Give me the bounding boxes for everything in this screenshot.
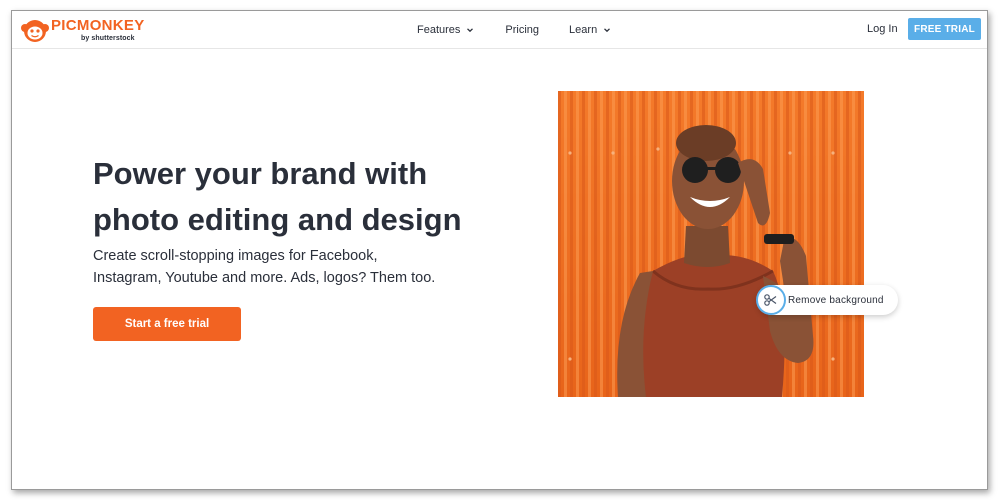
login-link[interactable]: Log In bbox=[867, 23, 898, 35]
nav-item-label: Pricing bbox=[505, 24, 540, 36]
nav-item-features[interactable]: Features bbox=[417, 24, 475, 36]
hero-headline-line2: photo editing and design bbox=[93, 202, 462, 237]
brand-logo[interactable]: PICMONKEY by shutterstock bbox=[21, 16, 151, 46]
brand-name: PICMONKEY bbox=[51, 17, 145, 34]
nav-item-label: Learn bbox=[569, 24, 598, 36]
site-header: PICMONKEY by shutterstock Features Prici… bbox=[12, 11, 987, 49]
brand-byline: by shutterstock bbox=[81, 35, 135, 42]
hero-subline: Create scroll-stopping images for Facebo… bbox=[93, 245, 453, 289]
hero-headline: Power your brand with photo editing and … bbox=[93, 151, 513, 243]
nav-item-label: Features bbox=[417, 24, 461, 36]
hero-subline-line2: Instagram, Youtube and more. Ads, logos?… bbox=[93, 270, 436, 286]
nav-item-learn[interactable]: Learn bbox=[569, 24, 612, 36]
hero-photo bbox=[558, 91, 864, 397]
remove-background-badge[interactable]: Remove background bbox=[756, 285, 898, 315]
start-free-trial-button[interactable]: Start a free trial bbox=[93, 307, 241, 341]
nav-item-pricing[interactable]: Pricing bbox=[505, 24, 539, 36]
browser-frame: PICMONKEY by shutterstock Features Prici… bbox=[11, 10, 988, 490]
remove-background-label: Remove background bbox=[788, 294, 884, 306]
woman-with-sunglasses-image bbox=[558, 91, 864, 397]
free-trial-button[interactable]: FREE TRIAL bbox=[908, 18, 981, 40]
hero-headline-line1: Power your brand with bbox=[93, 156, 428, 191]
chevron-down-icon bbox=[604, 28, 611, 33]
chevron-down-icon bbox=[467, 28, 474, 33]
scissors-icon bbox=[756, 285, 786, 315]
monkey-logo-icon bbox=[21, 20, 49, 42]
main-nav: Features Pricing Learn bbox=[417, 11, 642, 49]
hero-subline-line1: Create scroll-stopping images for Facebo… bbox=[93, 248, 378, 264]
